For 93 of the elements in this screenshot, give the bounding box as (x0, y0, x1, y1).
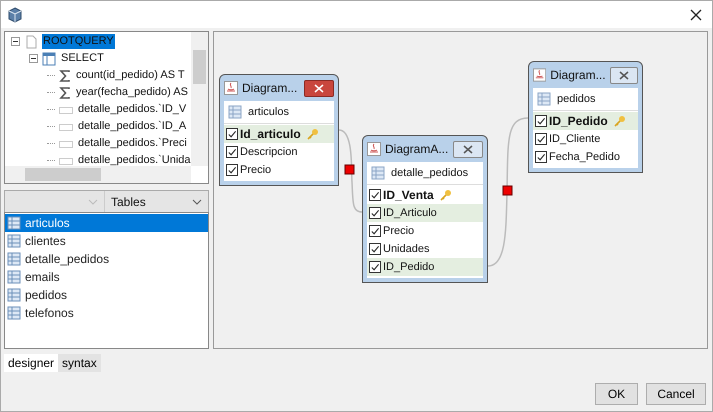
checkbox[interactable] (226, 164, 238, 176)
close-button[interactable] (453, 140, 483, 158)
field-icon (59, 122, 73, 132)
dialog-button[interactable]: OK (595, 383, 638, 405)
tree-item[interactable]: count(id_pedido) AS T (75, 68, 186, 83)
tab[interactable]: syntax (58, 354, 101, 372)
close-icon[interactable] (690, 8, 702, 20)
column-name: Fecha_Pedido (549, 151, 620, 163)
tree-item[interactable]: detalle_pedidos.`ID_A (77, 119, 188, 134)
column-name: Unidades (383, 243, 430, 255)
tab[interactable]: designer (4, 354, 58, 372)
vertical-scrollbar[interactable] (191, 32, 208, 166)
table-list-item[interactable]: detalle_pedidos (5, 250, 208, 268)
object-type-dropdown[interactable]: Tables (105, 191, 208, 212)
checkbox[interactable] (369, 225, 381, 237)
collapse-icon[interactable] (11, 37, 20, 46)
tree-item[interactable]: detalle_pedidos.`Unida (77, 153, 192, 167)
checkbox[interactable] (369, 243, 381, 255)
table-label: pedidos (25, 288, 68, 302)
field-icon (59, 156, 73, 166)
checkbox[interactable] (226, 128, 238, 140)
table-list-item[interactable]: clientes (5, 232, 208, 250)
table-list-item[interactable]: emails (5, 268, 208, 286)
column-name: ID_Pedido (383, 261, 434, 273)
table-icon (7, 252, 21, 266)
key-icon (306, 128, 319, 140)
table-name: pedidos (557, 93, 596, 105)
table-label: articulos (25, 216, 70, 230)
window-title: DiagramA... (385, 142, 449, 156)
collapse-icon[interactable] (29, 54, 38, 63)
checkbox[interactable] (535, 115, 547, 127)
window-title: Diagram... (242, 81, 298, 95)
close-button[interactable] (610, 66, 638, 84)
document-icon (24, 34, 38, 48)
tree-item[interactable]: detalle_pedidos.`Preci (77, 136, 188, 151)
checkbox[interactable] (535, 151, 547, 163)
checkbox[interactable] (369, 189, 381, 201)
table-list-item[interactable]: articulos (5, 214, 208, 232)
table-window[interactable]: Diagram... articulos Id_articulo Descripcion Precio (219, 74, 339, 186)
table-window[interactable]: DiagramA... detalle_pedidos ID_Venta ID_Articulo Precio Unidades ID_Pedido (362, 135, 488, 283)
tree-item[interactable]: SELECT (60, 51, 105, 66)
key-icon (440, 189, 452, 201)
table-icon (537, 92, 551, 106)
sigma-icon (59, 70, 71, 82)
checkbox[interactable] (369, 261, 381, 273)
sigma-icon (59, 86, 71, 98)
column-name: Precio (240, 164, 272, 176)
tree-item[interactable]: ROOTQUERY (42, 34, 115, 49)
column-name: ID_Cliente (549, 133, 600, 145)
table-list-item[interactable]: telefonos (5, 304, 208, 322)
checkbox[interactable] (369, 207, 381, 219)
close-icon (618, 70, 629, 80)
table-window[interactable]: Diagram... pedidos ID_Pedido ID_Cliente Fecha_Pedido (528, 61, 643, 173)
chevron-icon (88, 199, 98, 205)
column-name: Descripcion (240, 146, 298, 158)
table-label: clientes (25, 234, 66, 248)
column-name: Id_articulo (240, 127, 301, 141)
column-name: ID_Articulo (383, 207, 437, 219)
table-label: telefonos (25, 306, 74, 320)
table-label: detalle_pedidos (25, 252, 110, 266)
column-name: ID_Pedido (549, 114, 608, 128)
table-name: detalle_pedidos (391, 167, 468, 179)
dropdown-value: Tables (111, 194, 146, 208)
field-icon (59, 104, 73, 114)
table-list-item[interactable]: pedidos (5, 286, 208, 304)
close-button[interactable] (304, 80, 334, 96)
dialog-button[interactable]: Cancel (646, 383, 706, 405)
tree-item[interactable]: detalle_pedidos.`ID_V (77, 102, 188, 117)
table-icon (7, 270, 21, 284)
relation-marker[interactable] (344, 164, 354, 174)
checkbox[interactable] (535, 133, 547, 145)
table-label: emails (25, 270, 60, 284)
key-icon (614, 115, 626, 127)
checkbox[interactable] (226, 146, 238, 158)
column-name: ID_Venta (383, 188, 434, 202)
chevron-icon (192, 199, 202, 205)
relation-marker[interactable] (502, 186, 512, 196)
column-name: Precio (383, 225, 414, 237)
tree-item[interactable]: year(fecha_pedido) AS (75, 85, 189, 100)
table-icon (371, 166, 385, 180)
table-icon (228, 105, 242, 119)
close-icon (463, 144, 473, 154)
table-icon (7, 306, 21, 320)
table-icon (7, 216, 21, 230)
table-icon (7, 288, 21, 302)
app-icon (7, 6, 23, 22)
table-name: articulos (248, 106, 289, 118)
horizontal-scrollbar[interactable] (5, 166, 191, 183)
close-icon (314, 84, 324, 92)
window-title: Diagram... (550, 68, 606, 82)
field-icon (59, 138, 73, 148)
table-icon (42, 52, 56, 66)
table-icon (7, 234, 21, 248)
